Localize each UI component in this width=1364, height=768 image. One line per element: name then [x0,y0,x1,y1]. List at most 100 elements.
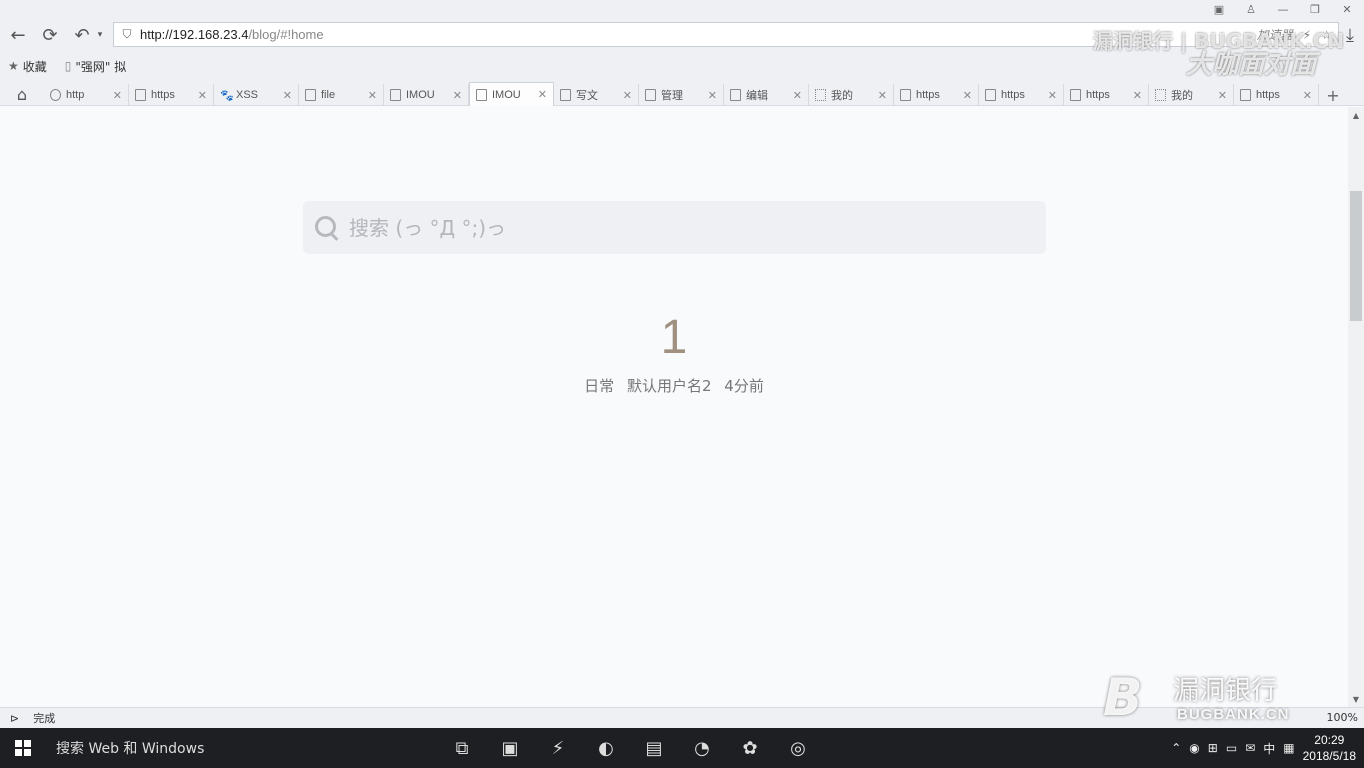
clock[interactable]: 20:29 2018/5/18 [1303,732,1356,764]
clock-time: 20:29 [1314,733,1345,747]
scroll-up-arrow-icon[interactable]: ▲ [1348,107,1364,123]
tab-close-icon[interactable]: ✕ [1218,89,1227,102]
back-arrow-icon[interactable]: ← [6,23,30,47]
tab-close-icon[interactable]: ✕ [793,89,802,102]
tab-close-icon[interactable]: ✕ [963,89,972,102]
battery-icon[interactable]: ▭ [1226,741,1237,755]
favorite-label: "强网" 拟 [75,59,127,74]
sidebar-toggle-icon[interactable]: ⊳ [10,712,19,725]
tab[interactable]: http ✕ [44,84,129,106]
app-icon-2[interactable]: ⚡ [538,730,578,766]
tab[interactable]: 🐾 XSS ✕ [214,84,299,106]
tab[interactable]: https ✕ [1234,84,1319,106]
tab-close-icon[interactable]: ✕ [283,89,292,102]
paw-icon: 🐾 [220,90,234,102]
app-icon-5[interactable]: ◔ [682,730,722,766]
system-tray: ⌃ ◉ ⊞ ▭ ✉ 中 ▦ 20:29 2018/5/18 [1171,728,1356,768]
tab[interactable]: https ✕ [1064,84,1149,106]
page-icon: ▯ [64,59,72,73]
accelerator-button[interactable]: 加速器 [1257,26,1293,43]
search-input[interactable] [349,215,949,240]
tab[interactable]: 我的 ✕ [1149,84,1234,106]
page-icon [730,89,741,101]
tab[interactable]: https ✕ [894,84,979,106]
chevron-down-icon[interactable]: ▾ [88,23,112,47]
tab[interactable]: https ✕ [979,84,1064,106]
new-tab-button[interactable]: + [1319,84,1347,106]
browser-chrome: ▣ ♙ — ❐ ✕ ← ⟳ ↶ ▾ ⛉ http://192.168.23.4 … [0,0,1364,106]
download-icon[interactable]: ⤓ [1338,23,1362,47]
notification-icon[interactable]: ▦ [1283,741,1294,755]
post-time: 4分前 [724,377,764,395]
search-box[interactable] [303,201,1046,254]
tab[interactable]: https ✕ [129,84,214,106]
tab-close-icon[interactable]: ✕ [538,88,547,101]
favorite-item[interactable]: ▯ "强网" 拟 [65,58,126,75]
tab-active[interactable]: IMOU ✕ [469,82,554,106]
favorites-button[interactable]: ★ 收藏 [8,58,47,75]
chevron-up-icon[interactable]: ⌃ [1171,741,1181,755]
tab-close-icon[interactable]: ✕ [708,89,717,102]
page-icon [985,89,996,101]
post-category[interactable]: 日常 [584,377,614,395]
network-icon[interactable]: ⊞ [1208,741,1218,755]
grid-icon [1155,89,1166,101]
post-author[interactable]: 默认用户名2 [627,377,712,395]
tab-close-icon[interactable]: ✕ [1133,89,1142,102]
tab-close-icon[interactable]: ✕ [1048,89,1057,102]
clock-date: 2018/5/18 [1302,749,1356,763]
lightning-icon[interactable]: ⚡ [1303,28,1311,42]
post-meta: 日常 默认用户名2 4分前 [0,375,1348,396]
shirt-icon[interactable]: ♙ [1242,2,1260,16]
task-view-icon[interactable]: ⧉ [442,730,482,766]
tab-close-icon[interactable]: ✕ [113,89,122,102]
star-icon[interactable]: ☆ [1321,28,1332,42]
scroll-thumb[interactable] [1350,191,1362,321]
star-filled-icon: ★ [8,59,19,73]
minimize-button[interactable]: — [1274,2,1292,16]
tab-close-icon[interactable]: ✕ [453,89,462,102]
taskbar-search[interactable]: 搜索 Web 和 Windows [46,728,386,768]
start-button[interactable] [0,728,46,768]
refresh-icon[interactable]: ⟳ [38,23,62,47]
tab[interactable]: 编辑 ✕ [724,84,809,106]
skin-icon[interactable]: ▣ [1210,2,1228,16]
zoom-level[interactable]: 100% [1327,711,1358,724]
favorites-label: 收藏 [22,59,47,74]
tab[interactable]: file ✕ [299,84,384,106]
ime-indicator[interactable]: 中 [1263,740,1275,757]
page-icon [645,89,656,101]
app-icon-3[interactable]: ◐ [586,730,626,766]
scroll-down-arrow-icon[interactable]: ▼ [1348,691,1364,707]
app-icon-6[interactable]: ✿ [730,730,770,766]
app-icon-4[interactable]: ▤ [634,730,674,766]
tab-close-icon[interactable]: ✕ [623,89,632,102]
tab-close-icon[interactable]: ✕ [1303,89,1312,102]
tab-close-icon[interactable]: ✕ [878,89,887,102]
app-icon-7[interactable]: ◎ [778,730,818,766]
tab[interactable]: 我的 ✕ [809,84,894,106]
vertical-scrollbar[interactable]: ▲ ▼ [1348,107,1364,707]
address-bar[interactable]: ⛉ http://192.168.23.4 /blog/#!home 加速器 ⚡… [113,22,1339,47]
home-icon[interactable]: ⌂ [0,82,44,106]
close-button[interactable]: ✕ [1338,2,1356,16]
tab-strip: ⌂ http ✕ https ✕ 🐾 XSS ✕ file ✕ IMOU ✕ IMOU ✕ 写… [0,82,1364,106]
taskbar-apps: ⧉ ▣ ⚡ ◐ ▤ ◔ ✿ ◎ [442,730,818,766]
tab[interactable]: IMOU ✕ [384,84,469,106]
tab-close-icon[interactable]: ✕ [198,89,207,102]
tab[interactable]: 管理 ✕ [639,84,724,106]
tray-app-icon[interactable]: ◉ [1189,741,1199,755]
taskbar: 搜索 Web 和 Windows ⧉ ▣ ⚡ ◐ ▤ ◔ ✿ ◎ ⌃ ◉ ⊞ ▭… [0,728,1364,768]
app-icon-1[interactable]: ▣ [490,730,530,766]
windows-logo-icon [15,740,31,756]
tab[interactable]: 写文 ✕ [554,84,639,106]
post-number[interactable]: 1 [0,310,1348,365]
tab-close-icon[interactable]: ✕ [368,89,377,102]
page-icon [305,89,316,101]
maximize-button[interactable]: ❐ [1306,2,1324,16]
message-icon[interactable]: ✉ [1245,741,1255,755]
status-bar: ⊳ 完成 100% [0,707,1364,728]
page-icon [560,89,571,101]
page-icon [390,89,401,101]
page-icon [1240,89,1251,101]
